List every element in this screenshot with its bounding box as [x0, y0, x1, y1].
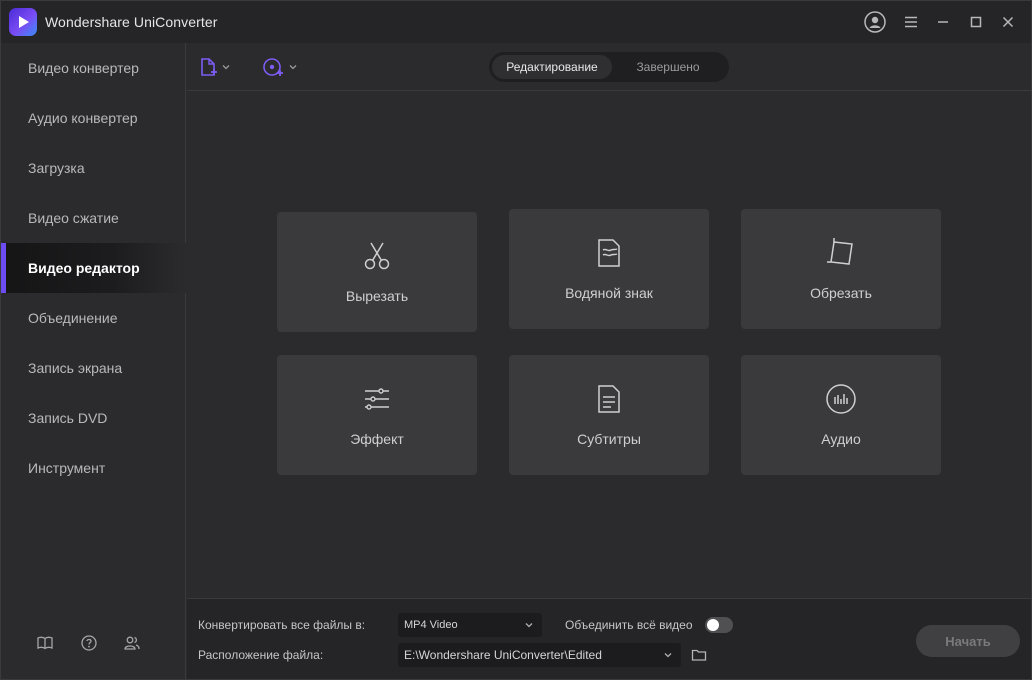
sidebar-item-screen-recorder[interactable]: Запись экрана	[1, 343, 186, 393]
tab-editing[interactable]: Редактирование	[492, 55, 612, 79]
add-file-icon	[201, 58, 217, 76]
help-icon[interactable]	[80, 634, 98, 652]
cut-label: Вырезать	[345, 288, 409, 304]
status-tabs: Редактирование Завершено	[489, 52, 729, 82]
audio-card[interactable]: Аудио	[741, 355, 941, 475]
add-dvd-button[interactable]	[262, 55, 298, 79]
output-format-select[interactable]: MP4 Video	[398, 613, 542, 637]
tab-finished[interactable]: Завершено	[612, 55, 724, 79]
sidebar-item-merge[interactable]: Объединение	[1, 293, 186, 343]
sidebar-item-video-editor[interactable]: Видео редактор	[1, 243, 186, 293]
audio-icon	[825, 383, 857, 415]
start-button[interactable]: Начать	[916, 625, 1020, 657]
convert-all-label: Конвертировать все файлы в:	[198, 618, 366, 632]
sidebar-item-video-compress[interactable]: Видео сжатие	[1, 193, 186, 243]
subtitles-icon	[593, 383, 625, 415]
account-icon[interactable]	[863, 10, 887, 34]
chevron-down-icon	[525, 623, 533, 628]
sidebar: Видео конвертер Аудио конвертер Загрузка…	[1, 43, 186, 679]
file-location-select[interactable]: E:\Wondershare UniConverter\Edited	[398, 643, 681, 667]
subtitles-label: Субтитры	[577, 431, 641, 447]
open-folder-icon[interactable]	[691, 647, 707, 663]
sidebar-footer	[1, 629, 186, 659]
watermark-icon	[593, 237, 625, 269]
output-format-value: MP4 Video	[404, 619, 458, 631]
maximize-icon[interactable]	[964, 10, 988, 34]
chevron-down-icon	[664, 653, 672, 658]
sidebar-item-download[interactable]: Загрузка	[1, 143, 186, 193]
close-icon[interactable]	[996, 10, 1020, 34]
editor-main: Вырезать Водяной знак Обрезать Эффект Су…	[187, 92, 1031, 597]
sidebar-item-video-converter[interactable]: Видео конвертер	[1, 43, 186, 93]
cut-card[interactable]: Вырезать	[277, 212, 477, 332]
title-bar: Wondershare UniConverter	[1, 1, 1031, 43]
toggle-knob	[707, 619, 719, 631]
audio-label: Аудио	[821, 431, 861, 447]
effect-sliders-icon	[361, 383, 393, 415]
users-icon[interactable]	[123, 634, 141, 652]
merge-all-toggle[interactable]	[705, 617, 733, 633]
effect-label: Эффект	[350, 431, 404, 447]
add-dvd-icon	[263, 58, 283, 76]
app-title: Wondershare UniConverter	[45, 14, 218, 30]
sidebar-item-audio-converter[interactable]: Аудио конвертер	[1, 93, 186, 143]
sidebar-item-dvd-burn[interactable]: Запись DVD	[1, 393, 186, 443]
book-icon[interactable]	[36, 634, 54, 652]
app-window: Wondershare UniConverter Видео конвертер…	[0, 0, 1032, 680]
toolbar: Редактирование Завершено	[187, 43, 1031, 91]
add-file-button[interactable]	[197, 55, 231, 79]
subtitles-card[interactable]: Субтитры	[509, 355, 709, 475]
effect-card[interactable]: Эффект	[277, 355, 477, 475]
app-logo-icon	[9, 8, 37, 36]
file-location-value: E:\Wondershare UniConverter\Edited	[404, 648, 602, 662]
bottom-bar: Конвертировать все файлы в: MP4 Video Об…	[187, 598, 1031, 679]
crop-card[interactable]: Обрезать	[741, 209, 941, 329]
sidebar-item-toolbox[interactable]: Инструмент	[1, 443, 186, 493]
hamburger-menu-icon[interactable]	[899, 10, 923, 34]
chevron-down-icon	[222, 65, 230, 70]
crop-icon	[825, 237, 857, 269]
watermark-label: Водяной знак	[565, 285, 653, 301]
minimize-icon[interactable]	[931, 10, 955, 34]
file-location-label: Расположение файла:	[198, 648, 324, 662]
scissors-icon	[361, 240, 393, 272]
crop-label: Обрезать	[810, 285, 872, 301]
merge-all-label: Объединить всё видео	[565, 618, 693, 632]
watermark-card[interactable]: Водяной знак	[509, 209, 709, 329]
chevron-down-icon	[289, 65, 297, 70]
